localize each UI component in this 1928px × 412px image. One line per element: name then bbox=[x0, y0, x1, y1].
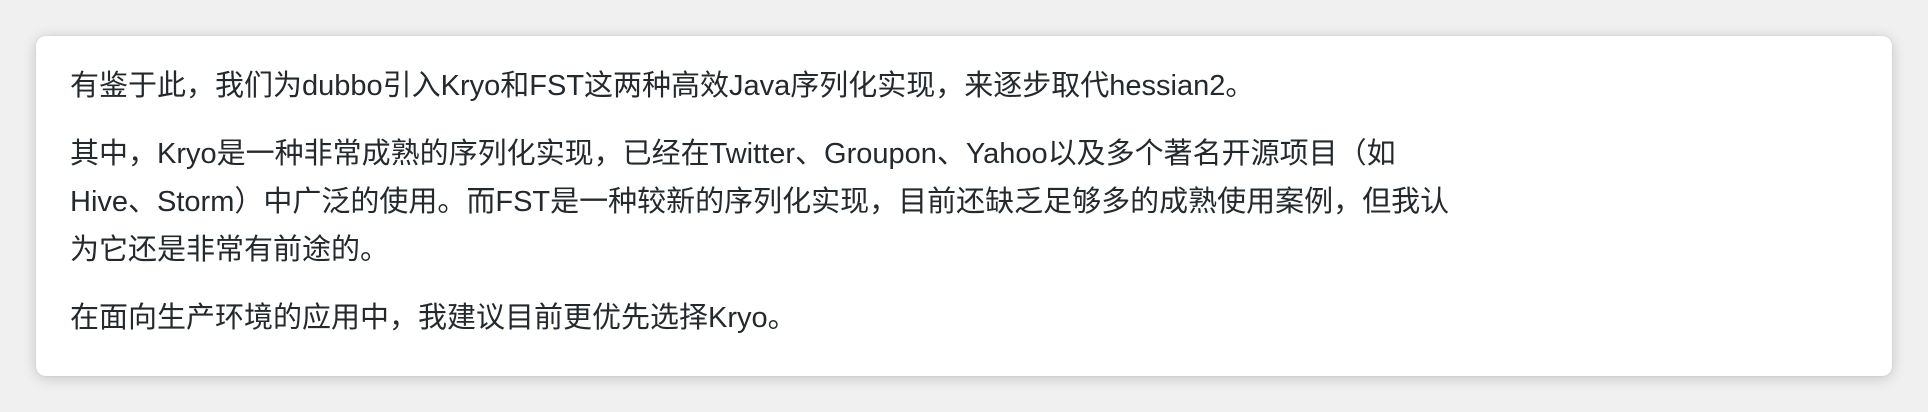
paragraph-line: Hive、Storm）中广泛的使用。而FST是一种较新的序列化实现，目前还缺乏足… bbox=[70, 186, 1450, 218]
screenshot-stage: 有鉴于此，我们为dubbo引入Kryo和FST这两种高效Java序列化实现，来逐… bbox=[0, 0, 1928, 412]
paragraph-line: 有鉴于此，我们为dubbo引入Kryo和FST这两种高效Java序列化实现，来逐… bbox=[70, 70, 1255, 102]
paragraph-line: 其中，Kryo是一种非常成熟的序列化实现，已经在Twitter、Groupon、… bbox=[70, 138, 1396, 170]
paragraph-3: 在面向生产环境的应用中，我建议目前更优先选择Kryo。 bbox=[70, 294, 1630, 342]
paragraph-line: 在面向生产环境的应用中，我建议目前更优先选择Kryo。 bbox=[70, 302, 797, 334]
paragraph-line: 为它还是非常有前途的。 bbox=[70, 234, 390, 266]
paragraph-2: 其中，Kryo是一种非常成熟的序列化实现，已经在Twitter、Groupon、… bbox=[70, 130, 1630, 274]
text-card: 有鉴于此，我们为dubbo引入Kryo和FST这两种高效Java序列化实现，来逐… bbox=[36, 36, 1892, 376]
paragraph-1: 有鉴于此，我们为dubbo引入Kryo和FST这两种高效Java序列化实现，来逐… bbox=[70, 62, 1630, 110]
